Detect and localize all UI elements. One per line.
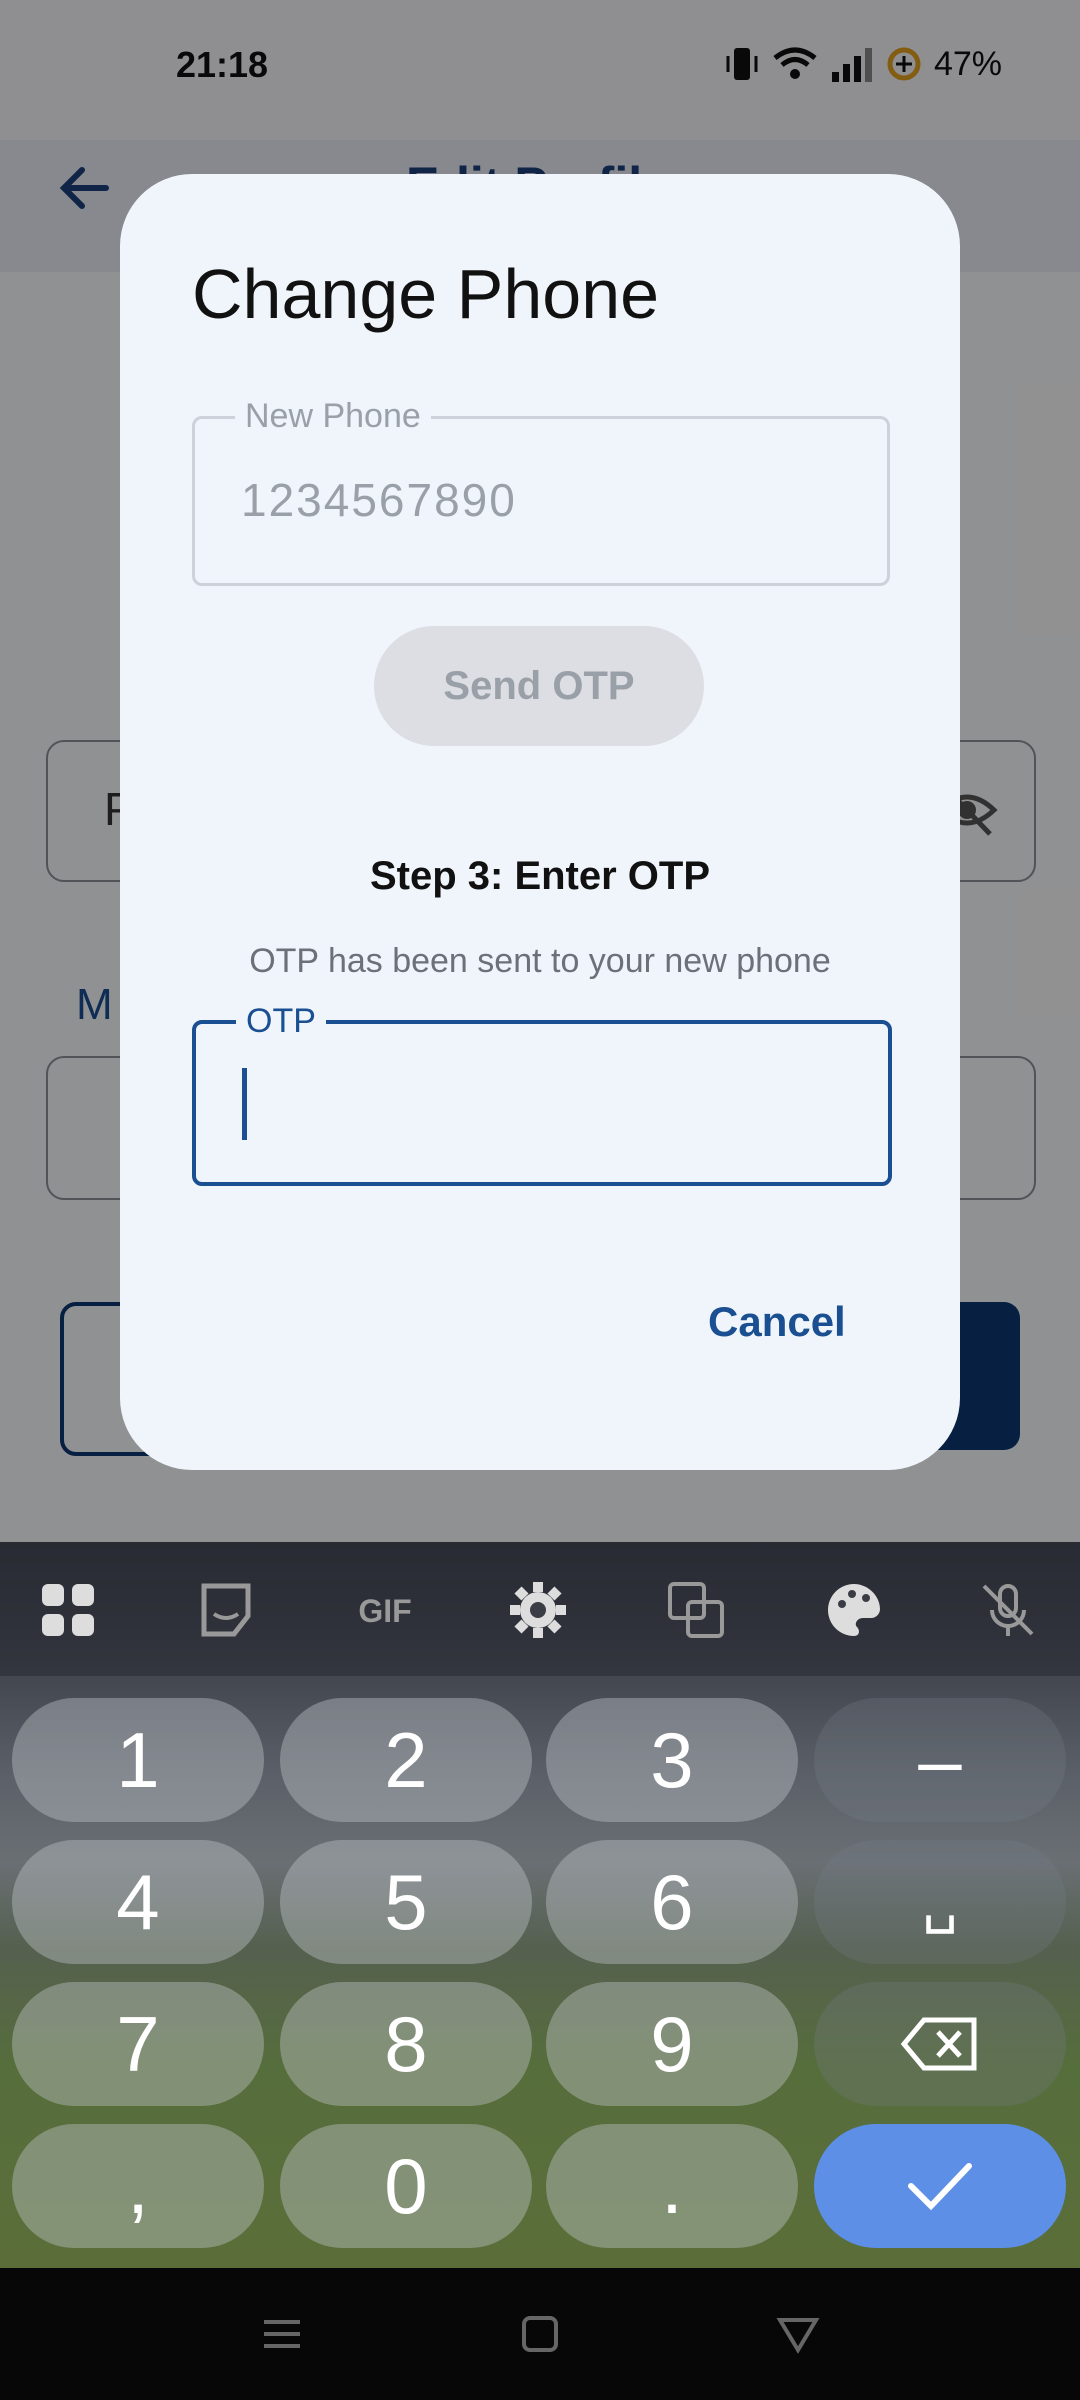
- send-otp-button[interactable]: Send OTP: [374, 626, 704, 746]
- key-6[interactable]: 6: [546, 1840, 798, 1964]
- keyboard-toolbar: GIF: [0, 1542, 1080, 1676]
- home-icon[interactable]: [516, 2310, 564, 2358]
- new-phone-label: New Phone: [235, 397, 431, 436]
- key-5[interactable]: 5: [280, 1840, 532, 1964]
- key-2[interactable]: 2: [280, 1698, 532, 1822]
- key-dash[interactable]: –: [814, 1698, 1066, 1822]
- otp-input[interactable]: OTP: [192, 1002, 892, 1186]
- step-title: Step 3: Enter OTP: [369, 854, 711, 898]
- key-1[interactable]: 1: [12, 1698, 264, 1822]
- dialog-title: Change Phone: [192, 255, 660, 333]
- key-space[interactable]: ␣: [814, 1840, 1066, 1964]
- numeric-keyboard: GIF 1 2 3 – 4 5 6 ␣ 7 8 9 , 0 .: [0, 1542, 1080, 2268]
- key-8[interactable]: 8: [280, 1982, 532, 2106]
- apps-icon[interactable]: [38, 1580, 98, 1640]
- step-subtitle: OTP has been sent to your new phone: [249, 942, 831, 980]
- change-phone-dialog: Change Phone New Phone 1234567890 Send O…: [120, 174, 960, 1470]
- check-icon: [908, 2163, 972, 2211]
- gif-label: GIF: [358, 1593, 411, 1629]
- sticker-icon[interactable]: [196, 1580, 256, 1640]
- text-cursor: [242, 1068, 247, 1140]
- settings-icon[interactable]: [508, 1580, 568, 1640]
- key-comma[interactable]: ,: [12, 2124, 264, 2248]
- recent-apps-icon[interactable]: [258, 2310, 306, 2358]
- backspace-icon: [900, 2017, 977, 2071]
- key-period[interactable]: .: [546, 2124, 798, 2248]
- key-done[interactable]: [814, 2124, 1066, 2248]
- mic-off-icon[interactable]: [978, 1580, 1038, 1640]
- palette-icon[interactable]: [824, 1580, 884, 1640]
- key-0[interactable]: 0: [280, 2124, 532, 2248]
- new-phone-field[interactable]: New Phone 1234567890: [192, 397, 890, 586]
- otp-label: OTP: [236, 1002, 326, 1041]
- key-4[interactable]: 4: [12, 1840, 264, 1964]
- new-phone-value: 1234567890: [241, 474, 517, 526]
- translate-icon[interactable]: [666, 1580, 726, 1640]
- key-backspace[interactable]: [814, 1982, 1066, 2106]
- key-3[interactable]: 3: [546, 1698, 798, 1822]
- gif-icon[interactable]: GIF: [350, 1580, 420, 1640]
- key-9[interactable]: 9: [546, 1982, 798, 2106]
- system-nav-bar: [0, 2268, 1080, 2400]
- key-7[interactable]: 7: [12, 1982, 264, 2106]
- back-icon[interactable]: [774, 2310, 822, 2358]
- cancel-button[interactable]: Cancel: [708, 1298, 846, 1346]
